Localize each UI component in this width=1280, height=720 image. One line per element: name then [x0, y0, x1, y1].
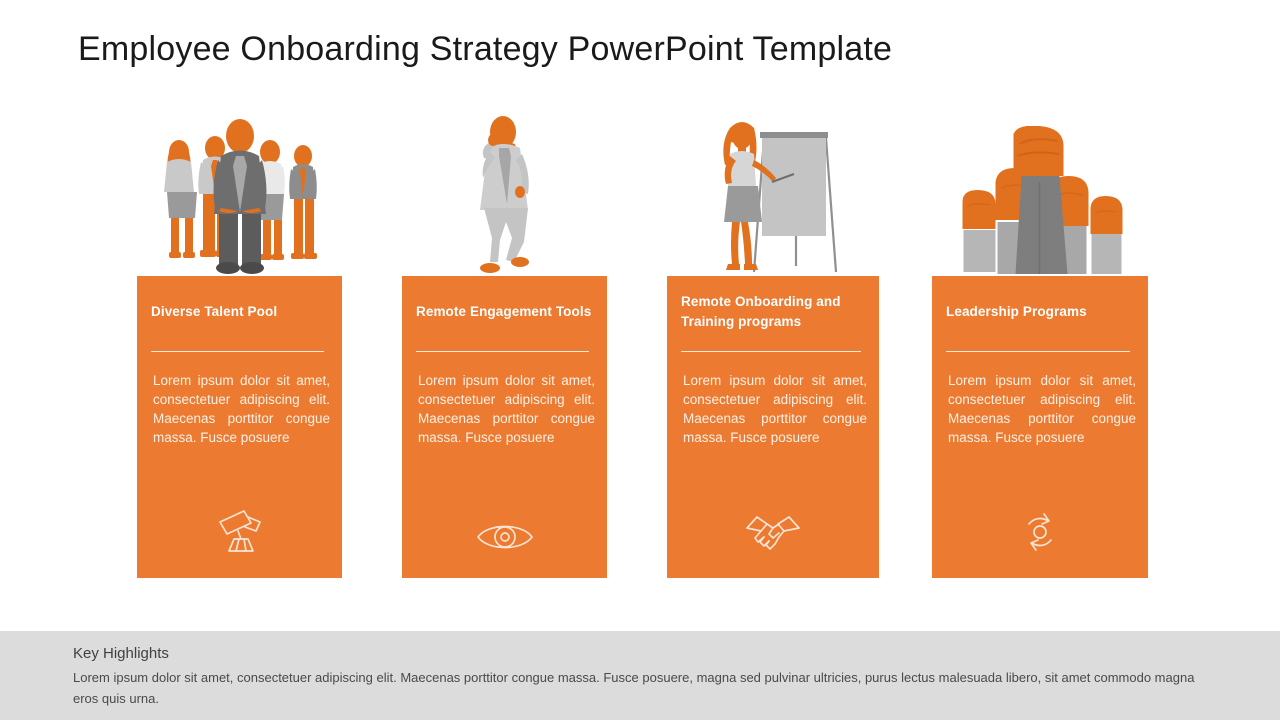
businessman-on-phone-illustration — [402, 108, 607, 276]
card-2[interactable]: Remote Engagement Tools Lorem ipsum dolo… — [402, 276, 607, 578]
key-highlights-band: Key Highlights Lorem ipsum dolor sit ame… — [0, 631, 1280, 720]
card-1-heading: Diverse Talent Pool — [151, 304, 278, 320]
card-1-divider — [151, 351, 324, 352]
handshake-icon — [667, 512, 879, 554]
eye-icon — [402, 520, 607, 554]
card-3-body: Lorem ipsum dolor sit amet, consectetuer… — [683, 373, 867, 446]
card-3-heading: Remote Onboarding and Training programs — [681, 294, 841, 329]
woman-presenting-flipchart-illustration — [667, 108, 879, 276]
card-column-4: Leadership Programs Lorem ipsum dolor si… — [932, 108, 1148, 578]
key-highlights-title: Key Highlights — [73, 645, 169, 662]
card-2-body: Lorem ipsum dolor sit amet, consectetuer… — [418, 373, 595, 446]
business-team-group-illustration — [137, 108, 342, 276]
key-highlights-text: Lorem ipsum dolor sit amet, consectetuer… — [73, 670, 1195, 706]
page-title: Employee Onboarding Strategy PowerPoint … — [78, 30, 893, 68]
card-1[interactable]: Diverse Talent Pool Lorem ipsum dolor si… — [137, 276, 342, 578]
card-column-3: Remote Onboarding and Training programs … — [667, 108, 879, 578]
card-2-heading: Remote Engagement Tools — [416, 304, 592, 320]
card-1-body: Lorem ipsum dolor sit amet, consectetuer… — [153, 373, 330, 446]
card-4-divider — [946, 351, 1130, 352]
recycle-arrows-icon — [932, 510, 1148, 554]
card-3-divider — [681, 351, 861, 352]
card-4-heading: Leadership Programs — [946, 304, 1087, 320]
raised-fists-illustration — [932, 108, 1148, 276]
card-4[interactable]: Leadership Programs Lorem ipsum dolor si… — [932, 276, 1148, 578]
cards-row: Diverse Talent Pool Lorem ipsum dolor si… — [0, 108, 1280, 588]
card-2-divider — [416, 351, 589, 352]
telescope-icon — [137, 506, 342, 554]
card-column-2: Remote Engagement Tools Lorem ipsum dolo… — [402, 108, 607, 578]
card-column-1: Diverse Talent Pool Lorem ipsum dolor si… — [137, 108, 342, 578]
card-3[interactable]: Remote Onboarding and Training programs … — [667, 276, 879, 578]
card-4-body: Lorem ipsum dolor sit amet, consectetuer… — [948, 373, 1136, 446]
